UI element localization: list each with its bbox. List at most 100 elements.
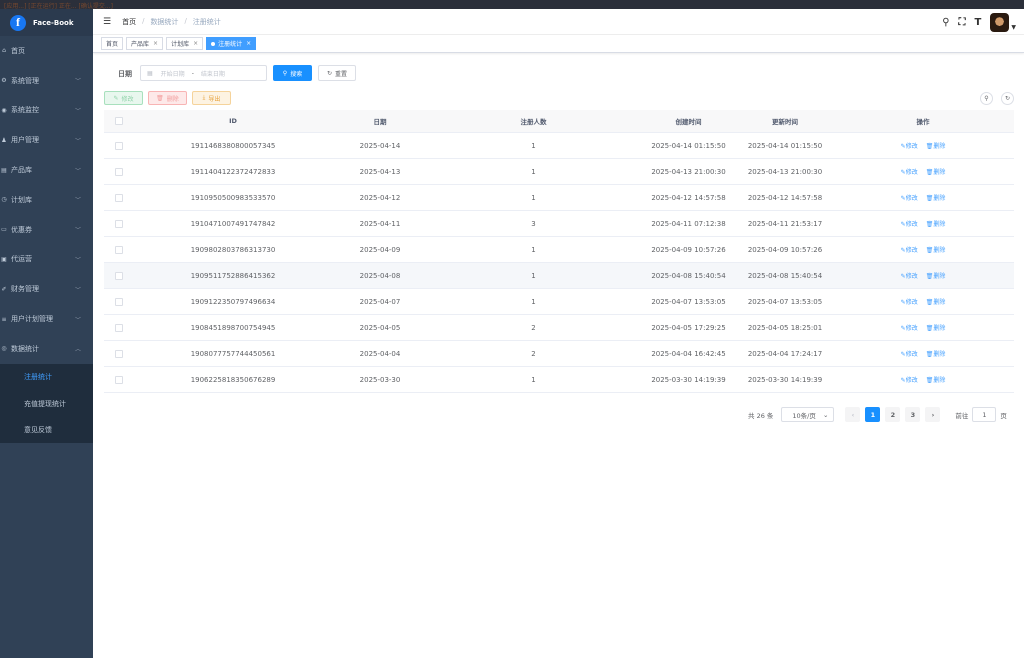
row-checkbox-cell[interactable] bbox=[104, 297, 133, 306]
edit-link[interactable]: ✎修改 bbox=[901, 245, 918, 254]
checkbox[interactable] bbox=[114, 271, 123, 280]
sidebar-item[interactable]: ▤ 产品库 ﹀ bbox=[0, 155, 93, 185]
checkbox[interactable] bbox=[114, 117, 123, 125]
table-row[interactable]: 1909511752886415362 2025-04-08 1 2025-04-08… bbox=[104, 263, 1014, 289]
checkbox[interactable] bbox=[114, 141, 123, 150]
close-icon[interactable]: × bbox=[246, 40, 251, 47]
row-checkbox-cell[interactable] bbox=[104, 167, 133, 176]
sidebar-item[interactable]: ✐ 财务管理 ﹀ bbox=[0, 274, 93, 304]
checkbox[interactable] bbox=[114, 323, 123, 332]
row-checkbox-cell[interactable] bbox=[104, 323, 133, 332]
row-checkbox-cell[interactable] bbox=[104, 219, 133, 228]
submenu-item[interactable]: 注册统计 bbox=[0, 364, 93, 391]
sidebar-item[interactable]: ▣ 代运营 ﹀ bbox=[0, 245, 93, 275]
submenu-item[interactable]: 充值提现统计 bbox=[0, 390, 93, 417]
edit-link[interactable]: ✎修改 bbox=[901, 323, 918, 332]
page-button[interactable]: 1 bbox=[865, 407, 881, 422]
checkbox[interactable] bbox=[114, 375, 123, 384]
close-icon[interactable]: × bbox=[153, 40, 158, 47]
prev-page-button[interactable]: ‹ bbox=[845, 407, 861, 422]
hamburger-icon[interactable]: ☰ bbox=[103, 17, 111, 27]
delete-button[interactable]: 🗑 删除 bbox=[148, 91, 187, 105]
page-button[interactable]: 3 bbox=[905, 407, 921, 422]
logo[interactable]: f Face-Book bbox=[0, 9, 93, 36]
edit-button[interactable]: ✎ 修改 bbox=[104, 91, 143, 105]
checkbox[interactable] bbox=[114, 245, 123, 254]
avatar[interactable] bbox=[990, 13, 1010, 32]
sidebar-item[interactable]: ≡ 用户计划管理 ﹀ bbox=[0, 304, 93, 334]
delete-link[interactable]: 🗑删除 bbox=[926, 375, 946, 384]
edit-link[interactable]: ✎修改 bbox=[901, 193, 918, 202]
search-icon[interactable]: ⚲ bbox=[942, 17, 949, 28]
delete-link[interactable]: 🗑删除 bbox=[926, 193, 946, 202]
edit-link[interactable]: ✎修改 bbox=[901, 167, 918, 176]
delete-link[interactable]: 🗑删除 bbox=[926, 141, 946, 150]
edit-link[interactable]: ✎修改 bbox=[901, 297, 918, 306]
delete-link[interactable]: 🗑删除 bbox=[926, 219, 946, 228]
tag-item[interactable]: 首页 bbox=[101, 37, 124, 50]
toggle-search-button[interactable]: ⚲ bbox=[980, 92, 993, 105]
delete-link[interactable]: 🗑删除 bbox=[926, 323, 946, 332]
row-checkbox-cell[interactable] bbox=[104, 245, 133, 254]
caret-down-icon[interactable]: ▼ bbox=[1011, 24, 1016, 31]
export-button[interactable]: ⤓ 导出 bbox=[192, 91, 231, 105]
row-checkbox-cell[interactable] bbox=[104, 375, 133, 384]
fullscreen-icon[interactable]: ⛶ bbox=[959, 17, 966, 28]
edit-link[interactable]: ✎修改 bbox=[901, 219, 918, 228]
row-checkbox-cell[interactable] bbox=[104, 193, 133, 202]
table-row[interactable]: 1908451898700754945 2025-04-05 2 2025-04-05… bbox=[104, 315, 1014, 341]
refresh-button[interactable]: ↻ bbox=[1001, 92, 1014, 105]
table-row[interactable]: 1909122350797496634 2025-04-07 1 2025-04-07… bbox=[104, 289, 1014, 315]
table-row[interactable]: 1910950500983533570 2025-04-12 1 2025-04-12… bbox=[104, 185, 1014, 211]
row-checkbox-cell[interactable] bbox=[104, 271, 133, 280]
checkbox[interactable] bbox=[114, 297, 123, 306]
row-checkbox-cell[interactable] bbox=[104, 349, 133, 358]
delete-link[interactable]: 🗑删除 bbox=[926, 167, 946, 176]
checkbox[interactable] bbox=[114, 219, 123, 228]
delete-link[interactable]: 🗑删除 bbox=[926, 245, 946, 254]
sidebar-item[interactable]: ▭ 优惠券 ﹀ bbox=[0, 215, 93, 245]
sidebar-item[interactable]: ⌂ 首页 bbox=[0, 36, 93, 66]
table-row[interactable]: 1911404122372472833 2025-04-13 1 2025-04-13… bbox=[104, 159, 1014, 185]
next-page-button[interactable]: › bbox=[925, 407, 941, 422]
page-size-select[interactable]: 10条/页 ⌄ bbox=[781, 407, 835, 422]
delete-link[interactable]: 🗑删除 bbox=[926, 297, 946, 306]
checkbox[interactable] bbox=[114, 167, 123, 176]
sidebar-item[interactable]: ◉ 系统监控 ﹀ bbox=[0, 96, 93, 126]
reset-button[interactable]: ↻ 重置 bbox=[318, 65, 356, 81]
cell-count: 1 bbox=[531, 193, 536, 202]
checkbox[interactable] bbox=[114, 349, 123, 358]
start-date-placeholder[interactable]: 开始日期 bbox=[161, 69, 185, 78]
edit-link[interactable]: ✎修改 bbox=[901, 141, 918, 150]
table-row[interactable]: 1910471007491747842 2025-04-11 3 2025-04-11… bbox=[104, 211, 1014, 237]
font-size-icon[interactable]: T bbox=[975, 17, 982, 28]
table-row[interactable]: 1906225818350676289 2025-03-30 1 2025-03-30… bbox=[104, 367, 1014, 393]
table-row[interactable]: 1911468380800057345 2025-04-14 1 2025-04-14… bbox=[104, 133, 1014, 159]
submenu-item[interactable]: 意见反馈 bbox=[0, 417, 93, 444]
sidebar-item[interactable]: ⚙ 系统管理 ﹀ bbox=[0, 66, 93, 96]
sidebar-item[interactable]: ♟ 用户管理 ﹀ bbox=[0, 125, 93, 155]
row-checkbox-cell[interactable] bbox=[104, 141, 133, 150]
table-row[interactable]: 1908077757744450561 2025-04-04 2 2025-04-04… bbox=[104, 341, 1014, 367]
breadcrumb-item[interactable]: 首页 bbox=[122, 17, 136, 27]
close-icon[interactable]: × bbox=[193, 40, 198, 47]
tag-item[interactable]: 注册统计 × bbox=[206, 37, 257, 50]
sidebar-item[interactable]: ◷ 计划库 ﹀ bbox=[0, 185, 93, 215]
delete-link[interactable]: 🗑删除 bbox=[926, 271, 946, 280]
tag-item[interactable]: 计划库 × bbox=[166, 37, 204, 50]
checkbox[interactable] bbox=[114, 193, 123, 202]
edit-link[interactable]: ✎修改 bbox=[901, 375, 918, 384]
refresh-icon: ↻ bbox=[1004, 95, 1011, 102]
search-button[interactable]: ⚲ 搜索 bbox=[273, 65, 312, 81]
sidebar-item[interactable]: ◎ 数据统计 ︿ bbox=[0, 334, 93, 364]
edit-link[interactable]: ✎修改 bbox=[901, 349, 918, 358]
goto-page-input[interactable]: 1 bbox=[972, 407, 997, 422]
tag-item[interactable]: 产品库 × bbox=[126, 37, 164, 50]
delete-link[interactable]: 🗑删除 bbox=[926, 349, 946, 358]
end-date-placeholder[interactable]: 结束日期 bbox=[201, 69, 225, 78]
select-all-checkbox[interactable] bbox=[104, 117, 133, 125]
page-button[interactable]: 2 bbox=[885, 407, 901, 422]
table-row[interactable]: 1909802803786313730 2025-04-09 1 2025-04-09… bbox=[104, 237, 1014, 263]
date-range-picker[interactable]: ▦ 开始日期 - 结束日期 bbox=[140, 65, 267, 81]
edit-link[interactable]: ✎修改 bbox=[901, 271, 918, 280]
